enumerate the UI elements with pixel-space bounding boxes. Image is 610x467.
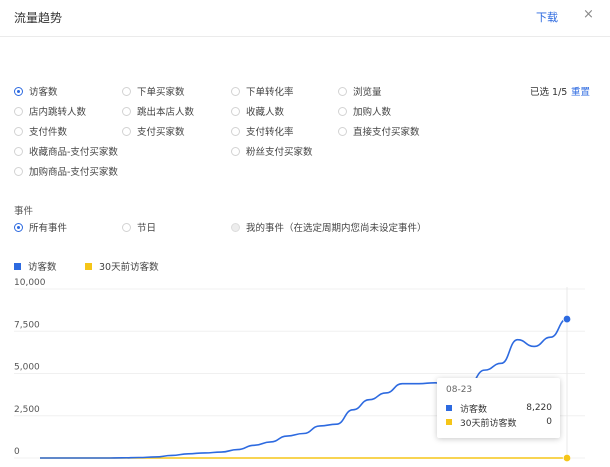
radio-icon[interactable] (231, 86, 240, 96)
radio-icon[interactable] (122, 106, 131, 116)
metric-label: 浏览量 (353, 87, 382, 98)
chart-tooltip: 08-23 访客数 8,220 30天前访客数 0 (437, 378, 560, 438)
metric-option[interactable]: 加购商品-支付买家数 (14, 164, 118, 178)
selected-count: 已选 1/5 (530, 87, 568, 98)
tooltip-date: 08-23 (446, 385, 473, 395)
tooltip-row: 访客数 8,220 (446, 402, 552, 415)
radio-icon[interactable] (14, 86, 23, 96)
metric-label: 下单转化率 (246, 87, 294, 98)
metric-label: 直接支付买家数 (353, 127, 420, 138)
y-tick-label: 10,000 (14, 278, 46, 288)
radio-icon[interactable] (122, 126, 131, 136)
event-label: 我的事件（在选定周期内您尚未设定事件） (246, 223, 427, 234)
metric-option[interactable]: 粉丝支付买家数 (231, 144, 313, 158)
metric-label: 粉丝支付买家数 (246, 147, 313, 158)
y-tick-label: 7,500 (14, 320, 40, 330)
radio-icon[interactable] (122, 86, 131, 96)
metric-label: 收藏人数 (246, 107, 285, 118)
radio-icon[interactable] (14, 166, 23, 176)
close-icon[interactable]: × (583, 7, 594, 22)
metric-option[interactable]: 支付买家数 (122, 124, 185, 138)
metric-label: 支付件数 (29, 127, 68, 138)
download-button[interactable]: 下载 (536, 9, 558, 25)
event-option[interactable]: 所有事件 (14, 220, 67, 234)
event-label: 节日 (137, 223, 157, 234)
metric-option[interactable]: 跳出本店人数 (122, 104, 194, 118)
metric-label: 支付买家数 (137, 127, 185, 138)
radio-icon (231, 222, 240, 232)
radio-icon[interactable] (231, 126, 240, 136)
metric-label: 跳出本店人数 (137, 107, 195, 118)
metric-label: 店内跳转人数 (29, 107, 87, 118)
tooltip-series-name: 30天前访客数 (460, 418, 517, 429)
metric-option[interactable]: 店内跳转人数 (14, 104, 86, 118)
reset-button[interactable]: 重置 (571, 84, 590, 98)
radio-icon[interactable] (338, 126, 347, 136)
tooltip-series-value: 8,220 (526, 403, 552, 413)
radio-icon[interactable] (14, 126, 23, 136)
series-end-point (562, 314, 572, 324)
metric-label: 加购商品-支付买家数 (29, 167, 118, 178)
metric-label: 下单买家数 (137, 87, 185, 98)
metric-option[interactable]: 支付件数 (14, 124, 67, 138)
tooltip-series-name: 访客数 (460, 404, 488, 415)
metric-option[interactable]: 浏览量 (338, 84, 382, 98)
metric-label: 支付转化率 (246, 127, 294, 138)
radio-icon[interactable] (231, 106, 240, 116)
event-label: 所有事件 (29, 223, 68, 234)
metric-option[interactable]: 收藏人数 (231, 104, 284, 118)
metric-label: 加购人数 (353, 107, 392, 118)
y-tick-label: 0 (14, 447, 20, 457)
y-tick-label: 2,500 (14, 405, 40, 415)
metric-option[interactable]: 下单转化率 (231, 84, 294, 98)
dialog-header: 流量趋势 下载 × (0, 0, 610, 37)
radio-icon[interactable] (122, 222, 131, 232)
metric-option[interactable]: 加购人数 (338, 104, 391, 118)
tooltip-swatch (446, 419, 452, 425)
radio-icon[interactable] (338, 86, 347, 96)
legend-swatch (85, 262, 92, 270)
radio-icon[interactable] (338, 106, 347, 116)
metric-option[interactable]: 下单买家数 (122, 84, 185, 98)
metric-option[interactable]: 支付转化率 (231, 124, 294, 138)
metric-label: 收藏商品-支付买家数 (29, 147, 118, 158)
metric-option[interactable]: 访客数 (14, 84, 58, 98)
radio-icon[interactable] (14, 106, 23, 116)
tooltip-swatch (446, 405, 452, 411)
tooltip-row: 30天前访客数 0 (446, 416, 552, 429)
tooltip-series-value: 0 (546, 417, 552, 427)
series-end-point (562, 453, 572, 463)
legend-swatch (14, 262, 21, 270)
event-option[interactable]: 节日 (122, 220, 156, 234)
metric-option[interactable]: 收藏商品-支付买家数 (14, 144, 118, 158)
radio-icon[interactable] (231, 146, 240, 156)
radio-icon[interactable] (14, 222, 23, 232)
metric-label: 访客数 (29, 87, 58, 98)
event-option: 我的事件（在选定周期内您尚未设定事件） (231, 220, 427, 234)
dialog-title: 流量趋势 (14, 11, 63, 25)
radio-icon[interactable] (14, 146, 23, 156)
y-tick-label: 5,000 (14, 363, 40, 373)
metric-option[interactable]: 直接支付买家数 (338, 124, 420, 138)
events-section-label: 事件 (14, 206, 34, 217)
